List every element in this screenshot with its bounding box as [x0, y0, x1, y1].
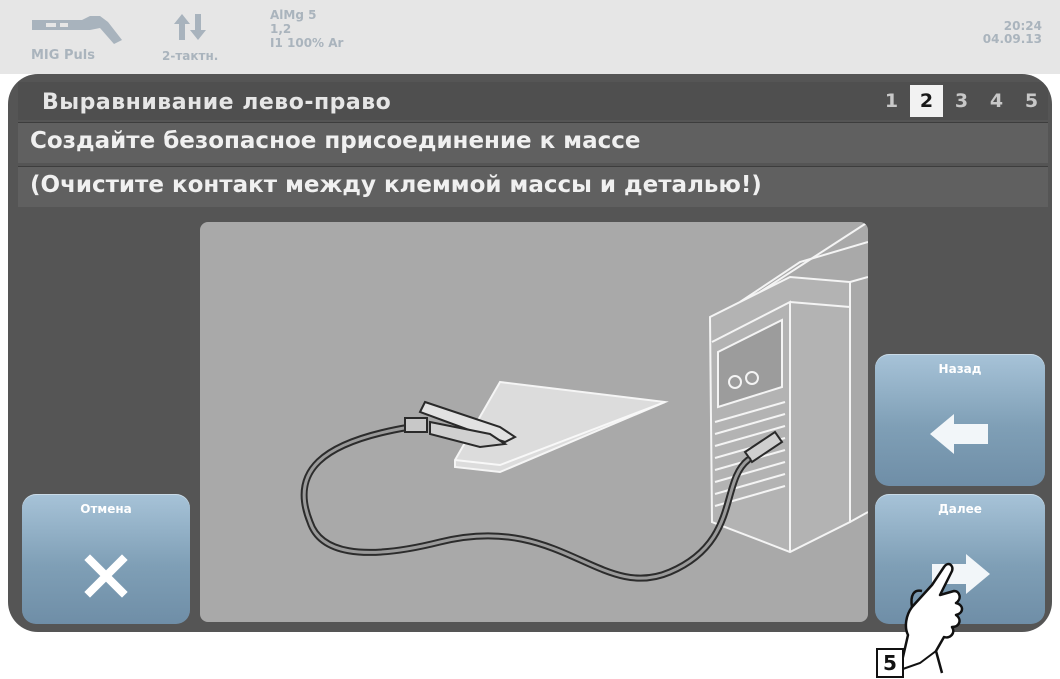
ground-clamp-illustration — [200, 222, 868, 622]
next-button-label: Далее — [938, 502, 982, 516]
material-info: AlMg 5 1,2 I1 100% Ar — [270, 8, 343, 50]
cancel-button[interactable]: Отмена — [22, 494, 190, 624]
shielding-gas: I1 100% Ar — [270, 36, 344, 50]
instruction-row-2: (Очистите контакт между клеммой массы и … — [18, 166, 1048, 207]
step-3: 3 — [945, 85, 978, 117]
instruction-text-2: (Очистите контакт между клеммой массы и … — [30, 172, 762, 198]
material-name: AlMg 5 — [270, 8, 317, 22]
step-2-current: 2 — [910, 85, 943, 117]
trigger-mode-label: 2-тактн. — [162, 49, 219, 63]
wire-diameter: 1,2 — [270, 22, 292, 36]
clock: 20:24 04.09.13 — [983, 20, 1042, 46]
welding-machine-image — [708, 222, 868, 554]
illustration-drawing — [300, 222, 868, 582]
wizard-panel: Выравнивание лево-право 1 2 3 4 5 Создай… — [8, 74, 1052, 632]
step-5: 5 — [1015, 85, 1048, 117]
welding-torch-icon — [32, 16, 122, 44]
step-indicator: 1 2 3 4 5 — [873, 85, 1048, 117]
instruction-row-1: Создайте безопасное присоединение к масс… — [18, 122, 1048, 163]
instruction-text-1: Создайте безопасное присоединение к масс… — [30, 128, 641, 154]
up-down-arrows-icon — [174, 14, 206, 40]
step-1: 1 — [875, 85, 908, 117]
wizard-title: Выравнивание лево-право — [42, 90, 392, 115]
back-button[interactable]: Назад — [875, 354, 1045, 486]
date-value: 04.09.13 — [982, 32, 1042, 46]
back-button-label: Назад — [938, 362, 982, 376]
status-bar: MIG Puls 2-тактн. AlMg 5 1,2 I1 100% Ar … — [0, 0, 1060, 74]
arrow-left-icon — [930, 414, 988, 454]
callout-number: 5 — [876, 648, 904, 678]
wizard-title-bar: Выравнивание лево-право 1 2 3 4 5 — [18, 82, 1048, 120]
cancel-button-label: Отмена — [80, 502, 132, 516]
step-4: 4 — [980, 85, 1013, 117]
close-icon — [84, 554, 128, 598]
process-mode-label: MIG Puls — [31, 48, 95, 63]
